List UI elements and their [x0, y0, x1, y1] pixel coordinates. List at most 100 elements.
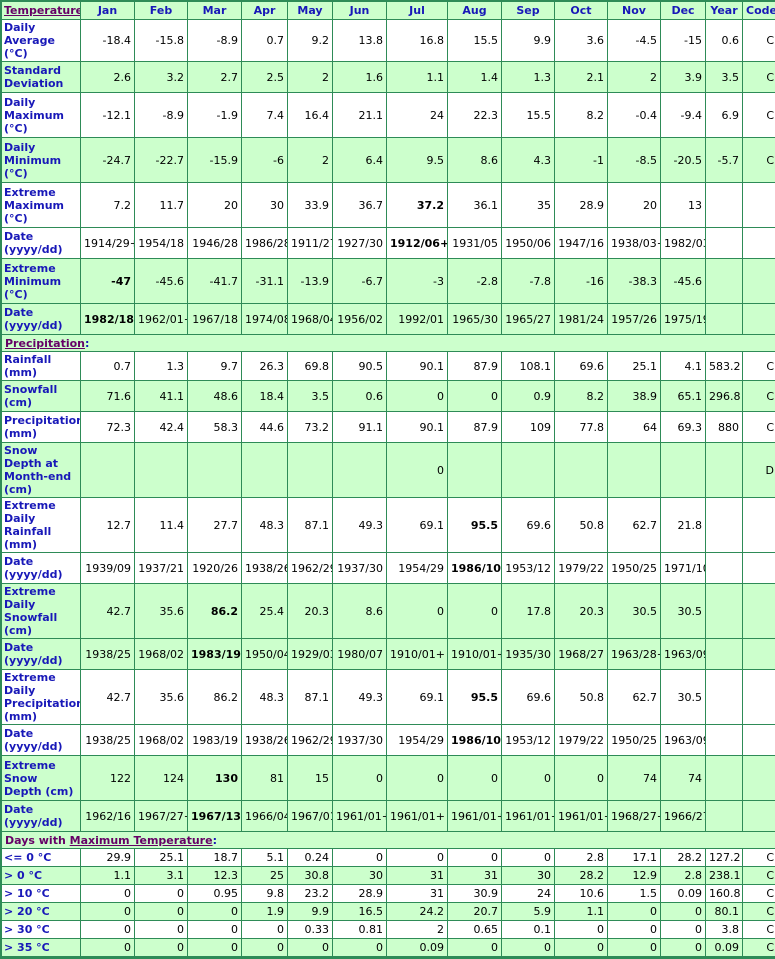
- cell-aug: 0: [448, 584, 502, 639]
- cell-feb: 11.7: [135, 183, 188, 228]
- cell-jan: 1.1: [81, 867, 135, 885]
- cell-mar: 130: [188, 756, 242, 801]
- cell-jan: 0: [81, 939, 135, 957]
- table-row: Extreme Snow Depth (cm) 122 124 130 81 15 0 0 0 0…: [2, 756, 775, 801]
- cell-sep: 69.6: [502, 670, 555, 725]
- cell-apr: 81: [242, 756, 288, 801]
- cell-aug: 0.65: [448, 921, 502, 939]
- cell-aug: 1986/10: [448, 553, 502, 584]
- cell-feb: 1954/18: [135, 228, 188, 259]
- cell-jan: 42.7: [81, 670, 135, 725]
- colon: :: [84, 336, 90, 350]
- cell-apr: 26.3: [242, 352, 288, 381]
- cell-aug: 8.6: [448, 138, 502, 183]
- cell-jun: 6.4: [333, 138, 387, 183]
- cell-code: [743, 553, 775, 584]
- cell-jan: 71.6: [81, 381, 135, 412]
- cell-year: [706, 756, 743, 801]
- cell-nov: 38.9: [608, 381, 661, 412]
- cell-apr: 1.9: [242, 903, 288, 921]
- month-header-may: May: [288, 2, 333, 20]
- row-label: > 30 °C: [2, 921, 81, 939]
- cell-code: C: [743, 20, 775, 62]
- cell-year: [706, 498, 743, 553]
- cell-oct: 1979/22: [555, 553, 608, 584]
- cell-sep: 4.3: [502, 138, 555, 183]
- table-row: Snow Depth at Month-end (cm) 0 D: [2, 443, 775, 498]
- cell-dec: -45.6: [661, 259, 706, 304]
- cell-nov: 1938/03+: [608, 228, 661, 259]
- cell-apr: 18.4: [242, 381, 288, 412]
- month-header-oct: Oct: [555, 2, 608, 20]
- cell-year: 3.8: [706, 921, 743, 939]
- row-label: Extreme Snow Depth (cm): [2, 756, 81, 801]
- maximum-temperature-link[interactable]: Maximum Temperature: [70, 834, 213, 847]
- header-row: Temperature: Jan Feb Mar Apr May Jun Jul…: [2, 2, 775, 20]
- cell-sep: 0: [502, 756, 555, 801]
- cell-dec: -15: [661, 20, 706, 62]
- cell-year: 80.1: [706, 903, 743, 921]
- cell-code: C: [743, 867, 775, 885]
- cell-feb: 3.2: [135, 62, 188, 93]
- cell-nov: 0: [608, 939, 661, 957]
- cell-year: [706, 639, 743, 670]
- cell-dec: 1971/10: [661, 553, 706, 584]
- temperature-link[interactable]: Temperature: [4, 4, 80, 17]
- cell-jul: 90.1: [387, 352, 448, 381]
- precipitation-link[interactable]: Precipitation: [5, 337, 85, 350]
- cell-oct: 8.2: [555, 93, 608, 138]
- cell-aug: 0: [448, 849, 502, 867]
- cell-dec: 0: [661, 939, 706, 957]
- month-header-apr: Apr: [242, 2, 288, 20]
- cell-nov: 25.1: [608, 352, 661, 381]
- cell-year: [706, 304, 743, 335]
- cell-jun: 1937/30: [333, 553, 387, 584]
- cell-mar: 1967/18: [188, 304, 242, 335]
- cell-feb: 1962/01+: [135, 304, 188, 335]
- cell-oct: 20.3: [555, 584, 608, 639]
- cell-feb: 41.1: [135, 381, 188, 412]
- cell-jul: 2: [387, 921, 448, 939]
- cell-jun: 0: [333, 849, 387, 867]
- cell-mar: 18.7: [188, 849, 242, 867]
- cell-may: 2: [288, 62, 333, 93]
- cell-mar: -41.7: [188, 259, 242, 304]
- table-row: Daily Minimum (°C) -24.7 -22.7 -15.9 -6 2 6.4 9…: [2, 138, 775, 183]
- table-row: Date (yyyy/dd) 1938/25 1968/02 1983/19 1938/…: [2, 725, 775, 756]
- cell-code: C: [743, 62, 775, 93]
- cell-feb: 3.1: [135, 867, 188, 885]
- cell-apr: 1938/26: [242, 553, 288, 584]
- cell-oct: -1: [555, 138, 608, 183]
- cell-sep: 0: [502, 939, 555, 957]
- row-label: Date (yyyy/dd): [2, 553, 81, 584]
- section-prefix: Days with: [5, 833, 70, 847]
- cell-jun: 0: [333, 756, 387, 801]
- cell-jul: 0: [387, 381, 448, 412]
- cell-dec: 30.5: [661, 584, 706, 639]
- cell-year: [706, 584, 743, 639]
- cell-sep: [502, 443, 555, 498]
- climate-data-table: Temperature: Jan Feb Mar Apr May Jun Jul…: [0, 0, 775, 959]
- cell-may: 0.33: [288, 921, 333, 939]
- cell-jun: 8.6: [333, 584, 387, 639]
- cell-apr: 25: [242, 867, 288, 885]
- cell-apr: 1950/04: [242, 639, 288, 670]
- cell-code: [743, 670, 775, 725]
- cell-apr: 30: [242, 183, 288, 228]
- cell-aug: 95.5: [448, 670, 502, 725]
- cell-dec: 74: [661, 756, 706, 801]
- cell-jan: 29.9: [81, 849, 135, 867]
- row-label: Extreme Daily Precipitation (mm): [2, 670, 81, 725]
- cell-sep: 30: [502, 867, 555, 885]
- cell-feb: 0: [135, 903, 188, 921]
- cell-jul: 1.1: [387, 62, 448, 93]
- row-label: Snow Depth at Month-end (cm): [2, 443, 81, 498]
- cell-may: 16.4: [288, 93, 333, 138]
- table-row: <= 0 °C 29.9 25.1 18.7 5.1 0.24 0 0 0 0 2.8 17.1 28.…: [2, 849, 775, 867]
- month-header-sep: Sep: [502, 2, 555, 20]
- year-header: Year: [706, 2, 743, 20]
- cell-dec: -9.4: [661, 93, 706, 138]
- cell-oct: 1961/01+: [555, 801, 608, 832]
- cell-sep: -7.8: [502, 259, 555, 304]
- precipitation-section-header: Precipitation:: [2, 335, 775, 352]
